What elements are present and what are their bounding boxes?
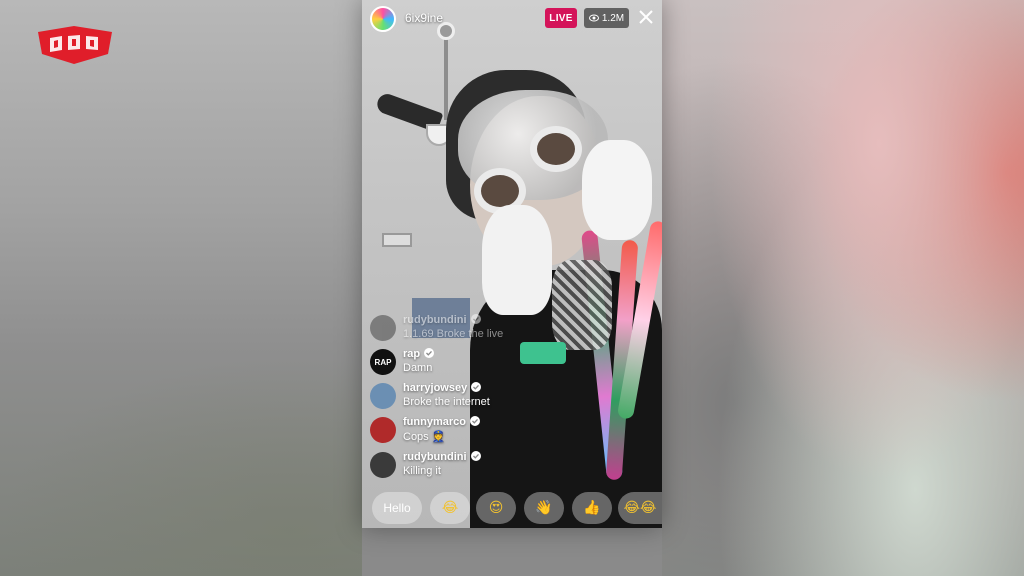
commenter-username[interactable]: rudybundini bbox=[403, 451, 481, 463]
laughing-emoji-button[interactable]: 😂 bbox=[430, 492, 470, 524]
channel-logo bbox=[38, 26, 112, 64]
viewer-count-badge[interactable]: 1.2M bbox=[584, 8, 629, 28]
thumbs-up-emoji-button[interactable]: 👍 bbox=[572, 492, 612, 524]
close-icon[interactable] bbox=[636, 7, 656, 27]
wall-vent bbox=[382, 233, 412, 247]
glove-right bbox=[582, 140, 652, 240]
comment-text: 1.1.69 Broke the live bbox=[403, 328, 504, 340]
host-avatar[interactable] bbox=[370, 6, 396, 32]
wave-emoji-button[interactable]: 👋 bbox=[524, 492, 564, 524]
comment-item: RAP rap Damn bbox=[370, 347, 600, 379]
laughing-emoji-button[interactable]: 😂😂 bbox=[618, 492, 662, 524]
commenter-username[interactable]: funnymarco bbox=[403, 416, 480, 428]
commenter-avatar[interactable] bbox=[370, 452, 396, 478]
comment-text: Cops 👮 bbox=[403, 431, 446, 443]
commenter-avatar[interactable] bbox=[370, 417, 396, 443]
commenter-username[interactable]: rudybundini bbox=[403, 314, 481, 326]
quick-reactions-bar: Hello 😂 😍 👋 👍 😂😂 bbox=[362, 490, 662, 526]
eye-icon bbox=[588, 14, 599, 22]
comment-text: Broke the internet bbox=[403, 396, 490, 408]
live-stream-screen: 6ix9ine LIVE 1.2M rudybundini 1.1.69 Bro… bbox=[362, 0, 662, 528]
commenter-avatar[interactable]: RAP bbox=[370, 349, 396, 375]
verified-icon bbox=[424, 348, 435, 358]
comment-item: funnymarco Cops 👮 bbox=[370, 415, 600, 447]
glove-left bbox=[482, 205, 552, 315]
verified-icon bbox=[469, 416, 480, 426]
comment-item: harryjowsey Broke the internet bbox=[370, 381, 600, 413]
live-badge: LIVE bbox=[545, 8, 577, 28]
blurred-background-right bbox=[662, 0, 1024, 576]
commenter-username[interactable]: rap bbox=[403, 348, 435, 360]
commenter-avatar[interactable] bbox=[370, 315, 396, 341]
live-top-bar: 6ix9ine LIVE 1.2M bbox=[362, 0, 662, 36]
comment-item: rudybundini 1.1.69 Broke the live bbox=[370, 313, 600, 345]
mask-eye-right bbox=[530, 126, 582, 172]
heart-eyes-emoji-button[interactable]: 😍 bbox=[476, 492, 516, 524]
comment-text: Killing it bbox=[403, 465, 441, 477]
viewer-count: 1.2M bbox=[601, 12, 625, 24]
commenter-username[interactable]: harryjowsey bbox=[403, 382, 482, 394]
verified-icon bbox=[471, 382, 482, 392]
comment-item: rudybundini Killing it bbox=[370, 450, 600, 482]
host-username[interactable]: 6ix9ine bbox=[405, 11, 443, 25]
commenter-avatar[interactable] bbox=[370, 383, 396, 409]
verified-icon bbox=[470, 314, 481, 324]
blurred-background-left bbox=[0, 0, 362, 576]
verified-icon bbox=[470, 451, 481, 461]
ceiling-fan-rod bbox=[444, 30, 448, 120]
hello-reaction-button[interactable]: Hello bbox=[372, 492, 422, 524]
comment-text: Damn bbox=[403, 362, 433, 374]
